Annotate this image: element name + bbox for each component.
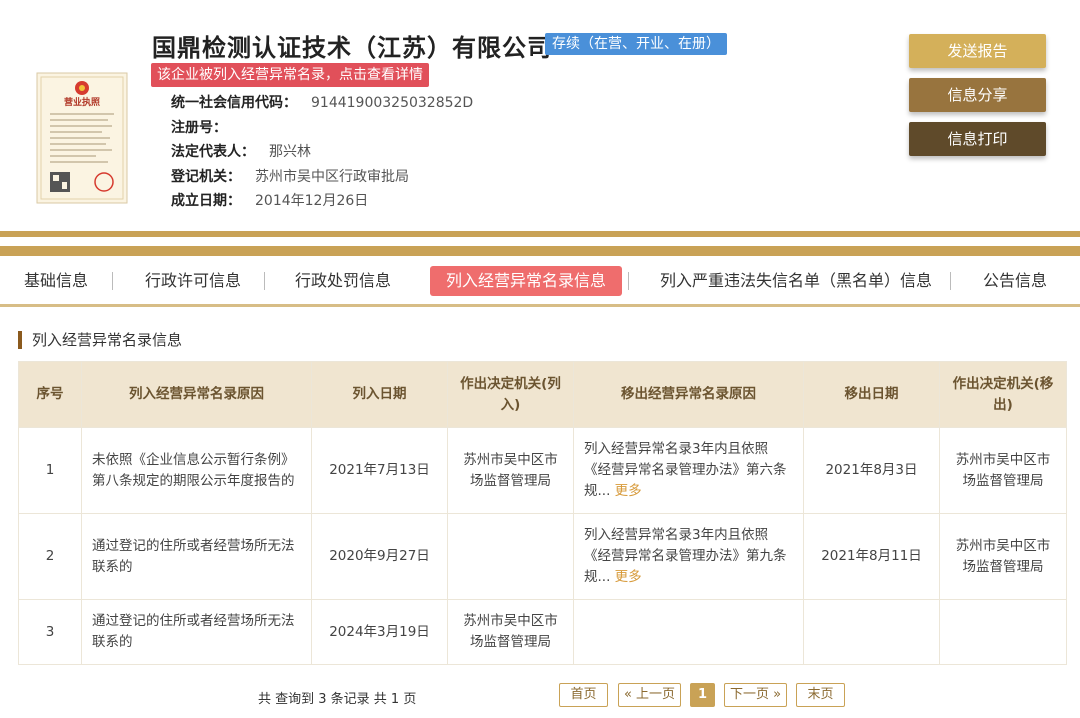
cell-date-in: 2021年7月13日 <box>311 427 448 514</box>
info-label: 统一社会信用代码： <box>171 95 297 111</box>
divider <box>0 304 1080 307</box>
current-page-button[interactable]: 1 <box>690 683 715 707</box>
cell-remove-reason <box>573 599 804 665</box>
table-row: 1 未依照《企业信息公示暂行条例》第八条规定的期限公示年度报告的 2021年7月… <box>18 427 1067 514</box>
info-value: 2014年12月26日 <box>255 193 369 209</box>
more-link[interactable]: 更多 <box>615 483 642 499</box>
cell-remove-reason: 列入经营异常名录3年内且依照《经营异常名录管理办法》第六条规... 更多 <box>573 427 804 514</box>
cell-date-out <box>803 599 940 665</box>
tab-separator <box>264 272 265 290</box>
info-label: 法定代表人： <box>171 144 255 160</box>
tab-bar: 基础信息 行政许可信息 行政处罚信息 列入经营异常名录信息 列入严重违法失信名单… <box>0 258 1080 302</box>
info-row-legal-representative: 法定代表人： 那兴林 <box>171 140 473 165</box>
column-header: 序号 <box>18 361 82 428</box>
pagination-summary: 共 查询到 3 条记录 共 1 页 <box>258 692 417 707</box>
info-value: 91441900325032852D <box>311 95 474 111</box>
abnormal-list-warning-link[interactable]: 该企业被列入经营异常名录，点击查看详情 <box>151 63 429 87</box>
cell-date-in: 2020年9月27日 <box>311 513 448 600</box>
business-license-image[interactable]: 营业执照 <box>36 72 128 204</box>
tab-blacklist[interactable]: 列入严重违法失信名单（黑名单）信息 <box>660 266 932 296</box>
first-page-button[interactable]: 首页 <box>559 683 608 707</box>
cell-authority-in: 苏州市吴中区市场监督管理局 <box>447 427 574 514</box>
divider <box>0 231 1080 237</box>
cell-authority-out: 苏州市吴中区市场监督管理局 <box>939 427 1067 514</box>
info-label: 注册号： <box>171 119 227 136</box>
info-value: 那兴林 <box>269 144 311 160</box>
table-header-row: 序号 列入经营异常名录原因 列入日期 作出决定机关(列入) 移出经营异常名录原因… <box>18 361 1067 428</box>
tab-announcements[interactable]: 公告信息 <box>983 266 1047 296</box>
company-header: 营业执照 国鼎检测认证技术（江苏）有限公司 存续（在营、开业、在册） 该企业被列… <box>0 0 1080 230</box>
cell-remove-reason: 列入经营异常名录3年内且依照《经营异常名录管理办法》第九条规... 更多 <box>573 513 804 600</box>
info-value: 苏州市吴中区行政审批局 <box>255 168 409 185</box>
cell-date-out: 2021年8月3日 <box>803 427 940 514</box>
tab-separator <box>628 272 629 290</box>
info-row-registration-authority: 登记机关： 苏州市吴中区行政审批局 <box>171 165 473 190</box>
cell-date-in: 2024年3月19日 <box>311 599 448 665</box>
tab-basic-info[interactable]: 基础信息 <box>24 266 88 296</box>
send-report-button[interactable]: 发送报告 <box>909 34 1046 68</box>
company-info: 统一社会信用代码： 91441900325032852D 注册号： 法定代表人： 那… <box>171 91 473 214</box>
cell-no: 1 <box>18 427 82 514</box>
info-label: 登记机关： <box>171 168 241 185</box>
cell-reason: 未依照《企业信息公示暂行条例》第八条规定的期限公示年度报告的 <box>81 427 312 514</box>
column-header: 移出日期 <box>803 361 940 428</box>
cell-no: 3 <box>18 599 82 665</box>
column-header: 列入日期 <box>311 361 448 428</box>
license-title: 营业执照 <box>64 96 100 108</box>
section-title: 列入经营异常名录信息 <box>18 331 182 349</box>
info-row-registration-no: 注册号： <box>171 116 473 141</box>
abnormal-list-table: 序号 列入经营异常名录原因 列入日期 作出决定机关(列入) 移出经营异常名录原因… <box>18 361 1067 665</box>
print-info-button[interactable]: 信息打印 <box>909 122 1046 156</box>
prev-page-button[interactable]: « 上一页 <box>618 683 681 707</box>
next-page-button[interactable]: 下一页 » <box>724 683 787 707</box>
cell-reason: 通过登记的住所或者经营场所无法联系的 <box>81 599 312 665</box>
cell-reason: 通过登记的住所或者经营场所无法联系的 <box>81 513 312 600</box>
cell-authority-out <box>939 599 1067 665</box>
info-row-established-date: 成立日期： 2014年12月26日 <box>171 189 473 214</box>
cell-authority-in: 苏州市吴中区市场监督管理局 <box>447 599 574 665</box>
share-info-button[interactable]: 信息分享 <box>909 78 1046 112</box>
divider <box>0 246 1080 256</box>
status-badge: 存续（在营、开业、在册） <box>545 33 727 55</box>
tab-administrative-license[interactable]: 行政许可信息 <box>145 266 241 296</box>
cell-authority-in <box>447 513 574 600</box>
info-label: 成立日期： <box>171 193 241 209</box>
more-link[interactable]: 更多 <box>615 569 642 585</box>
table-row: 2 通过登记的住所或者经营场所无法联系的 2020年9月27日 列入经营异常名录… <box>18 513 1067 600</box>
column-header: 作出决定机关(移出) <box>939 361 1067 428</box>
table-row: 3 通过登记的住所或者经营场所无法联系的 2024年3月19日 苏州市吴中区市场… <box>18 599 1067 665</box>
tab-abnormal-list[interactable]: 列入经营异常名录信息 <box>430 266 623 296</box>
tab-separator <box>950 272 951 290</box>
tab-separator <box>112 272 113 290</box>
cell-no: 2 <box>18 513 82 600</box>
last-page-button[interactable]: 末页 <box>796 683 845 707</box>
cell-date-out: 2021年8月11日 <box>803 513 940 600</box>
info-row-credit-code: 统一社会信用代码： 91441900325032852D <box>171 91 473 116</box>
cell-authority-out: 苏州市吴中区市场监督管理局 <box>939 513 1067 600</box>
column-header: 移出经营异常名录原因 <box>573 361 804 428</box>
column-header: 作出决定机关(列入) <box>447 361 574 428</box>
tab-administrative-penalty[interactable]: 行政处罚信息 <box>295 266 391 296</box>
column-header: 列入经营异常名录原因 <box>81 361 312 428</box>
company-name: 国鼎检测认证技术（江苏）有限公司 <box>152 34 552 62</box>
